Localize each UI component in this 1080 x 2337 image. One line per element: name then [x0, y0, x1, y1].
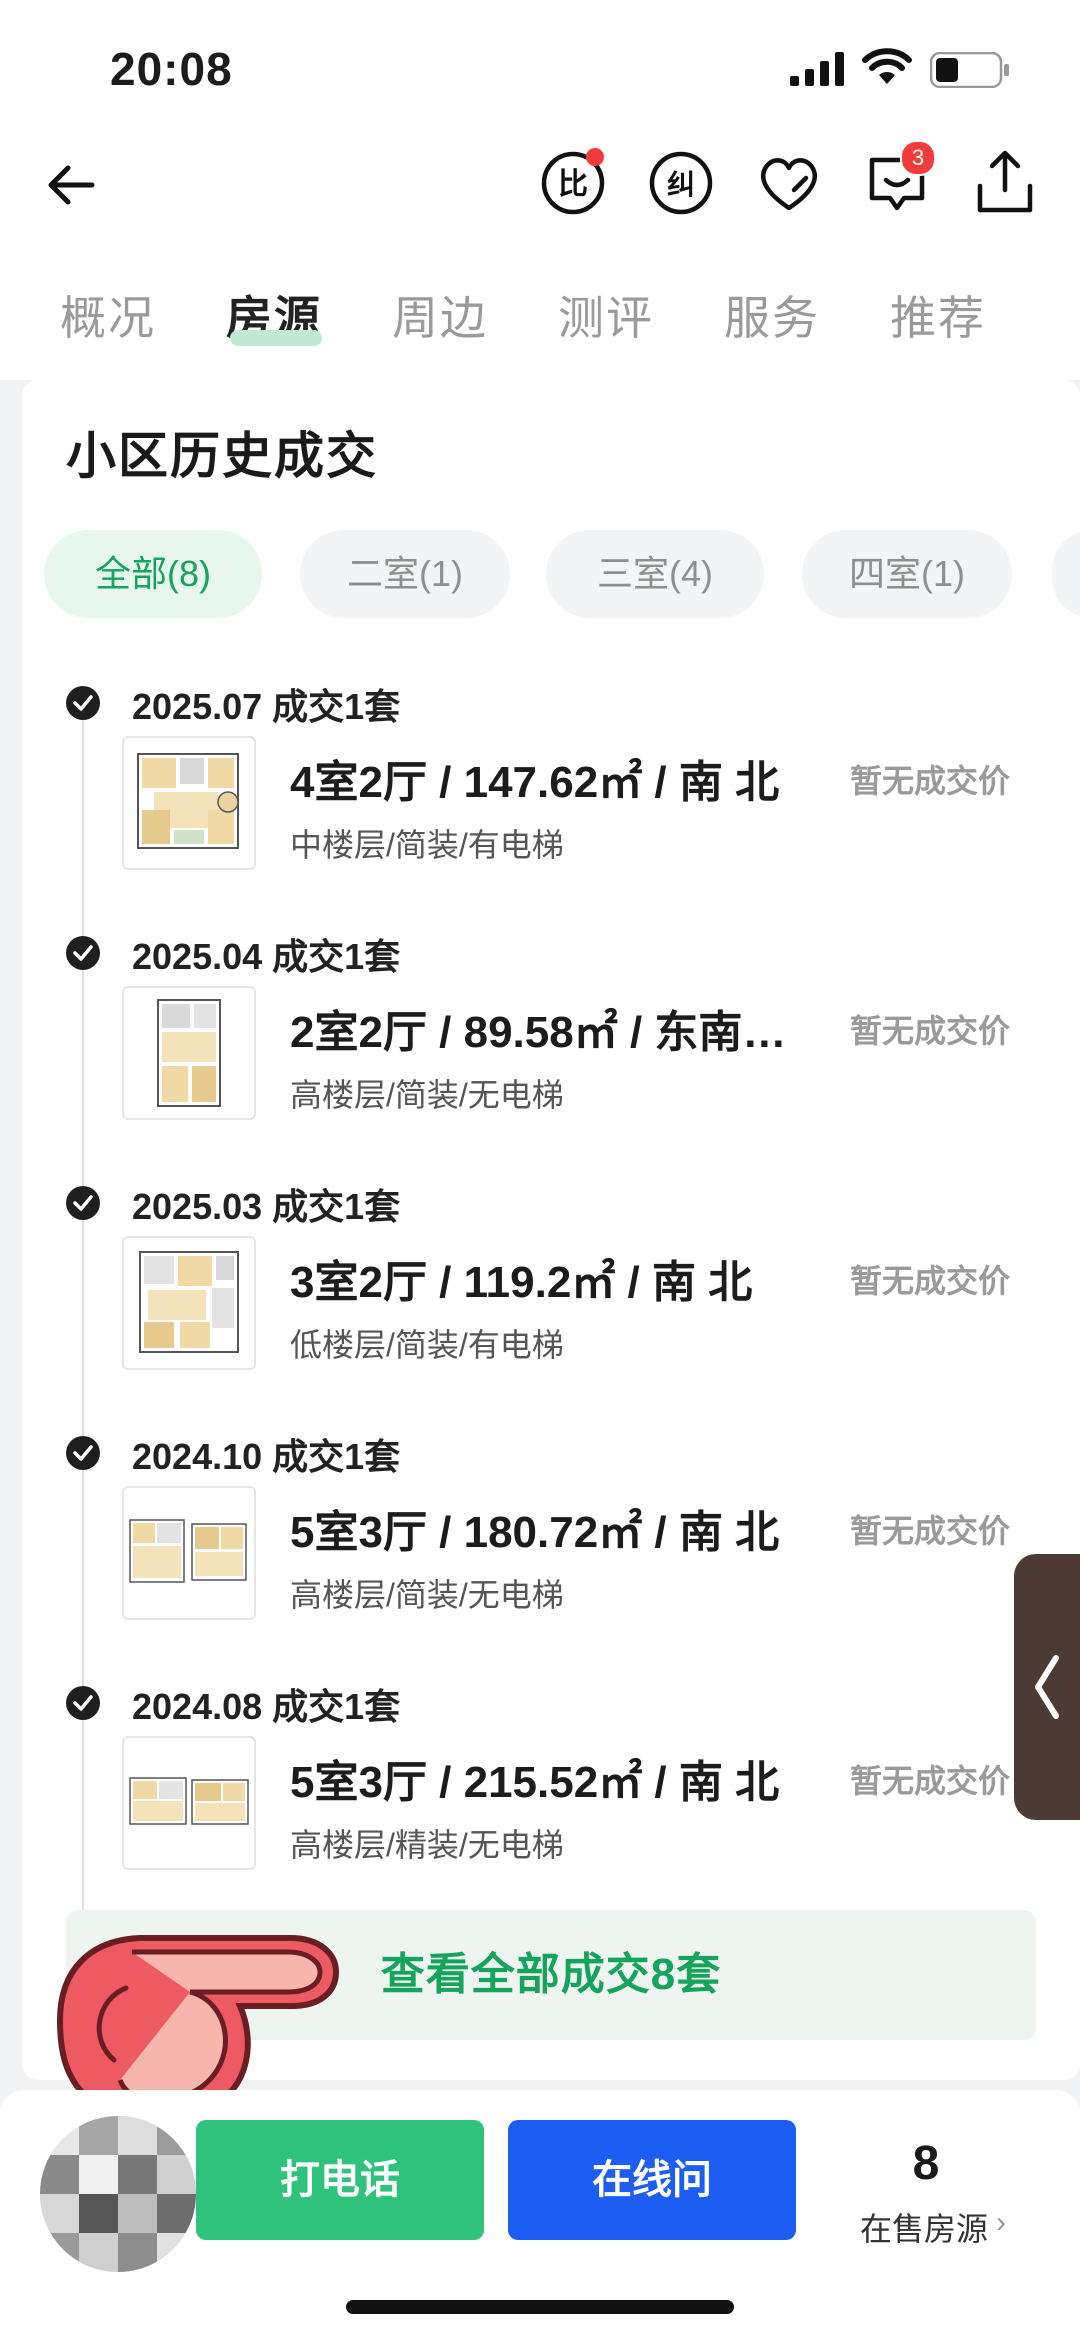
record-price: 暂无成交价 — [850, 763, 1011, 799]
record-price: 暂无成交价 — [850, 1763, 1011, 1799]
correction-icon: 纠 — [649, 151, 713, 215]
agent-avatar[interactable] — [40, 2116, 196, 2272]
tab-surroundings[interactable]: 周边 — [392, 282, 488, 348]
on-sale-label[interactable]: 在售房源 — [860, 2204, 988, 2250]
floorplan-thumbnail[interactable] — [122, 736, 256, 870]
filter-all[interactable]: 全部(8) — [44, 530, 262, 618]
chevron-right-icon: › — [996, 2206, 1006, 2239]
record-summary: 5室3厅 / 215.52㎡ / 南 北 — [290, 1758, 780, 1807]
record-details: 高楼层/简装/无电梯 — [290, 1577, 564, 1613]
section-title: 小区历史成交 — [66, 428, 378, 484]
record-details: 低楼层/简装/有电梯 — [290, 1327, 564, 1363]
online-chat-button[interactable]: 在线问 — [508, 2120, 796, 2240]
transaction-history-card: 小区历史成交 全部(8) 二室(1) 三室(4) 四室(1) 2025.07 成… — [22, 380, 1080, 2280]
floorplan-thumbnail[interactable] — [122, 986, 256, 1120]
on-sale-count[interactable]: 8 — [836, 2136, 1016, 2191]
compare-button[interactable]: 比 — [536, 146, 610, 220]
record-price: 暂无成交价 — [850, 1513, 1011, 1549]
filter-2room[interactable]: 二室(1) — [300, 530, 510, 618]
record-date: 2025.03 成交1套 — [132, 1186, 401, 1227]
share-icon — [977, 150, 1033, 213]
record-date: 2024.10 成交1套 — [132, 1436, 401, 1477]
record-date: 2025.04 成交1套 — [132, 936, 401, 977]
compare-badge-dot — [586, 148, 604, 166]
correction-button[interactable]: 纠 — [644, 146, 718, 220]
transaction-record[interactable]: 2024.08 成交1套 5室3厅 / 215.52㎡ / 南 北 高楼层/精装… — [22, 1670, 1080, 1920]
record-price: 暂无成交价 — [850, 1263, 1011, 1299]
message-badge: 3 — [900, 140, 936, 176]
record-details: 高楼层/简装/无电梯 — [290, 1077, 564, 1113]
cellular-signal-icon — [790, 52, 844, 86]
section-tabs: 概况 房源 周边 测评 服务 推荐 — [0, 240, 1080, 380]
record-summary: 5室3厅 / 180.72㎡ / 南 北 — [290, 1508, 780, 1557]
svg-text:比: 比 — [558, 167, 588, 202]
share-button[interactable] — [968, 146, 1042, 220]
filter-4room[interactable]: 四室(1) — [802, 530, 1012, 618]
check-icon — [66, 1436, 100, 1470]
transaction-record[interactable]: 2025.04 成交1套 2室2厅 / 89.58㎡ / 东南… 高楼层/简装/… — [22, 920, 1080, 1170]
heart-icon — [761, 158, 817, 211]
record-summary: 2室2厅 / 89.58㎡ / 东南… — [290, 1008, 787, 1057]
record-details: 中楼层/简装/有电梯 — [290, 827, 564, 863]
record-date: 2024.08 成交1套 — [132, 1686, 401, 1727]
transaction-record[interactable]: 2024.10 成交1套 5室3厅 / 180.72㎡ / 南 北 高楼层/简装… — [22, 1420, 1080, 1670]
transaction-record[interactable]: 2025.03 成交1套 3室2厅 / 119.2㎡ / 南 北 低楼层/简装/… — [22, 1170, 1080, 1420]
filter-3room[interactable]: 三室(4) — [546, 530, 764, 618]
check-icon — [66, 1686, 100, 1720]
status-time: 20:08 — [110, 43, 233, 95]
battery-icon — [930, 52, 1009, 88]
favorite-button[interactable] — [752, 146, 826, 220]
tab-reviews[interactable]: 测评 — [558, 282, 654, 348]
status-bar: 20:08 — [0, 0, 1080, 130]
check-icon — [66, 936, 100, 970]
navbar: 比 纠 3 — [0, 130, 1080, 240]
back-arrow-icon[interactable] — [40, 150, 110, 220]
record-details: 高楼层/精装/无电梯 — [290, 1827, 564, 1863]
tab-services[interactable]: 服务 — [724, 282, 820, 348]
tab-recommend[interactable]: 推荐 — [890, 282, 986, 348]
chevron-left-icon — [1035, 1655, 1059, 1719]
svg-text:纠: 纠 — [667, 168, 695, 201]
record-price: 暂无成交价 — [850, 1013, 1011, 1049]
active-tab-indicator — [230, 330, 322, 346]
record-summary: 3室2厅 / 119.2㎡ / 南 北 — [290, 1258, 753, 1307]
tab-overview[interactable]: 概况 — [60, 282, 156, 348]
floorplan-thumbnail[interactable] — [122, 1236, 256, 1370]
check-icon — [66, 1186, 100, 1220]
filter-more[interactable] — [1052, 530, 1080, 618]
record-summary: 4室2厅 / 147.62㎡ / 南 北 — [290, 758, 780, 807]
call-button[interactable]: 打电话 — [196, 2120, 484, 2240]
home-indicator — [346, 2300, 734, 2314]
messages-button[interactable]: 3 — [860, 140, 936, 220]
floorplan-thumbnail[interactable] — [122, 1486, 256, 1620]
side-panel-handle[interactable] — [1014, 1554, 1080, 1820]
record-date: 2025.07 成交1套 — [132, 686, 401, 727]
floorplan-thumbnail[interactable] — [122, 1736, 256, 1870]
check-icon — [66, 686, 100, 720]
wifi-icon — [862, 48, 912, 84]
transaction-record[interactable]: 2025.07 成交1套 4室2厅 / 147.62㎡ / 南 北 中楼层/简装… — [22, 670, 1080, 920]
